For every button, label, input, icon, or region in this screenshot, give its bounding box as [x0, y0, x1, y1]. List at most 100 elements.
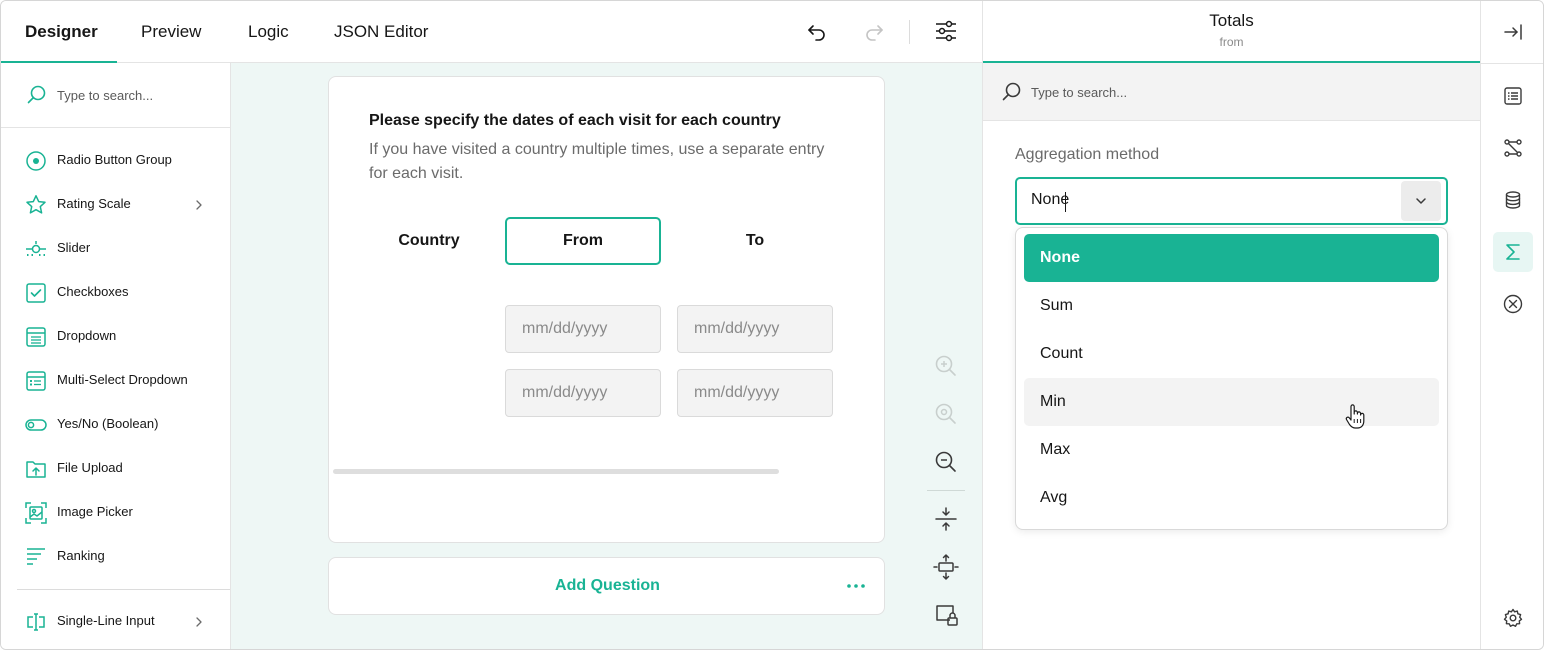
dropdown-icon: [25, 326, 47, 348]
undo-icon[interactable]: [804, 18, 830, 44]
text-input-icon: [25, 611, 47, 633]
zoom-reset-icon[interactable]: [931, 399, 961, 429]
aggregation-dropdown-list: None Sum Count Min Max Avg: [1015, 227, 1448, 530]
search-icon: [26, 84, 48, 106]
search-icon: [1001, 81, 1023, 103]
toolbox-item-dropdown[interactable]: Dropdown: [1, 317, 230, 357]
ranking-icon: [25, 546, 47, 568]
survey-creator-window: Designer Preview Logic JSON Editor Radio…: [0, 0, 1544, 650]
toolbox-item-label: Single-Line Input: [57, 613, 155, 628]
toolbox-item-radio-button-group[interactable]: Radio Button Group: [1, 141, 230, 181]
settings-gear-icon[interactable]: [1493, 598, 1533, 638]
toolbox-item-slider[interactable]: Slider: [1, 229, 230, 269]
select-value: None: [1031, 191, 1070, 208]
multi-dropdown-icon: [25, 370, 47, 392]
horizontal-scrollbar[interactable]: [333, 469, 779, 474]
tab-json-editor[interactable]: JSON Editor: [334, 1, 428, 63]
dropdown-option-min[interactable]: Min: [1024, 378, 1439, 426]
property-search: [983, 63, 1480, 121]
toolbox-item-label: Ranking: [57, 548, 105, 563]
chevron-right-icon[interactable]: [193, 198, 205, 212]
data-icon[interactable]: [1493, 180, 1533, 220]
logic-icon[interactable]: [1493, 128, 1533, 168]
zoom-out-icon[interactable]: [931, 447, 961, 477]
side-navigation: [1480, 1, 1543, 649]
property-search-input[interactable]: [1031, 82, 1331, 102]
collapse-icon[interactable]: [931, 504, 961, 534]
star-icon: [25, 194, 47, 216]
dropdown-option-sum[interactable]: Sum: [1024, 282, 1439, 330]
date-input[interactable]: mm/dd/yyyy: [505, 369, 661, 417]
toggle-icon: [25, 414, 47, 436]
toolbox-panel: Radio Button Group Rating Scale Slider C…: [1, 63, 231, 649]
toolbox-item-rating-scale[interactable]: Rating Scale: [1, 185, 230, 225]
slider-icon: [25, 238, 47, 260]
date-input[interactable]: mm/dd/yyyy: [677, 369, 833, 417]
toolbox-item-file-upload[interactable]: File Upload: [1, 449, 230, 489]
toolbox-divider: [17, 589, 230, 590]
zoom-in-icon[interactable]: [931, 351, 961, 381]
aggregation-method-label: Aggregation method: [1015, 146, 1160, 163]
question-title[interactable]: Please specify the dates of each visit f…: [369, 112, 781, 130]
expand-icon[interactable]: [931, 552, 961, 582]
design-canvas: Please specify the dates of each visit f…: [231, 63, 982, 649]
toolbox-item-image-picker[interactable]: Image Picker: [1, 493, 230, 533]
collapse-panel-icon[interactable]: [1493, 12, 1533, 52]
column-header-to[interactable]: To: [677, 217, 833, 265]
image-picker-icon: [25, 502, 47, 524]
dropdown-option-max[interactable]: Max: [1024, 426, 1439, 474]
property-grid-panel: Totals from Aggregation method None None…: [982, 1, 1480, 649]
dropdown-option-avg[interactable]: Avg: [1024, 474, 1439, 522]
toolbox-item-multi-select-dropdown[interactable]: Multi-Select Dropdown: [1, 361, 230, 401]
toolbox-item-boolean[interactable]: Yes/No (Boolean): [1, 405, 230, 445]
property-grid-subtitle: from: [1219, 35, 1244, 49]
toolbox-search-input[interactable]: [57, 85, 217, 105]
question-description[interactable]: If you have visited a country multiple t…: [369, 138, 839, 186]
tab-preview[interactable]: Preview: [141, 1, 201, 63]
totals-sigma-icon[interactable]: [1493, 232, 1533, 272]
settings-sliders-icon[interactable]: [933, 18, 959, 44]
question-card[interactable]: Please specify the dates of each visit f…: [328, 76, 885, 543]
toolbox-item-label: Checkboxes: [57, 284, 129, 299]
add-question-bar: Add Question: [328, 557, 885, 615]
toolbox-item-label: Multi-Select Dropdown: [57, 372, 188, 387]
column-header-from[interactable]: From: [505, 217, 661, 265]
aggregation-method-select[interactable]: None: [1015, 177, 1448, 225]
column-header-country[interactable]: Country: [351, 217, 507, 265]
toolbox-item-label: Slider: [57, 240, 91, 255]
tab-logic[interactable]: Logic: [248, 1, 289, 63]
general-icon[interactable]: [1493, 76, 1533, 116]
chevron-right-icon[interactable]: [193, 615, 205, 629]
text-caret: [1065, 192, 1066, 212]
toolbox-item-single-line-input[interactable]: Single-Line Input: [1, 602, 230, 642]
date-input[interactable]: mm/dd/yyyy: [677, 305, 833, 353]
property-grid-header: Totals from: [983, 1, 1480, 63]
toolbox-item-ranking[interactable]: Ranking: [1, 537, 230, 577]
redo-icon[interactable]: [861, 18, 887, 44]
more-options-icon[interactable]: [843, 574, 869, 598]
toolbox-item-label: Rating Scale: [57, 196, 131, 211]
dropdown-option-none[interactable]: None: [1024, 234, 1439, 282]
toolbox-search: [1, 63, 230, 128]
toolbox-item-label: Radio Button Group: [57, 152, 172, 167]
toolbox-item-label: Dropdown: [57, 328, 117, 343]
dropdown-option-count[interactable]: Count: [1024, 330, 1439, 378]
top-toolbar: Designer Preview Logic JSON Editor: [1, 1, 982, 63]
chevron-down-icon[interactable]: [1401, 181, 1441, 221]
validation-icon[interactable]: [1493, 284, 1533, 324]
checkbox-icon: [25, 282, 47, 304]
date-input[interactable]: mm/dd/yyyy: [505, 305, 661, 353]
file-upload-icon: [25, 458, 47, 480]
property-grid-title: Totals: [1209, 11, 1254, 30]
sidebar-divider: [1481, 63, 1543, 64]
toolbox-item-checkboxes[interactable]: Checkboxes: [1, 273, 230, 313]
hand-pointer-cursor: [1344, 403, 1366, 431]
toolbox-item-label: File Upload: [57, 460, 123, 475]
add-question-button[interactable]: Add Question: [329, 558, 886, 614]
tab-designer[interactable]: Designer: [25, 1, 98, 63]
toolbox-item-label: Image Picker: [57, 504, 133, 519]
canvas-tools-divider: [927, 490, 965, 491]
lock-icon[interactable]: [931, 600, 961, 630]
toolbar-divider: [909, 20, 910, 44]
toolbox-item-label: Yes/No (Boolean): [57, 416, 159, 431]
